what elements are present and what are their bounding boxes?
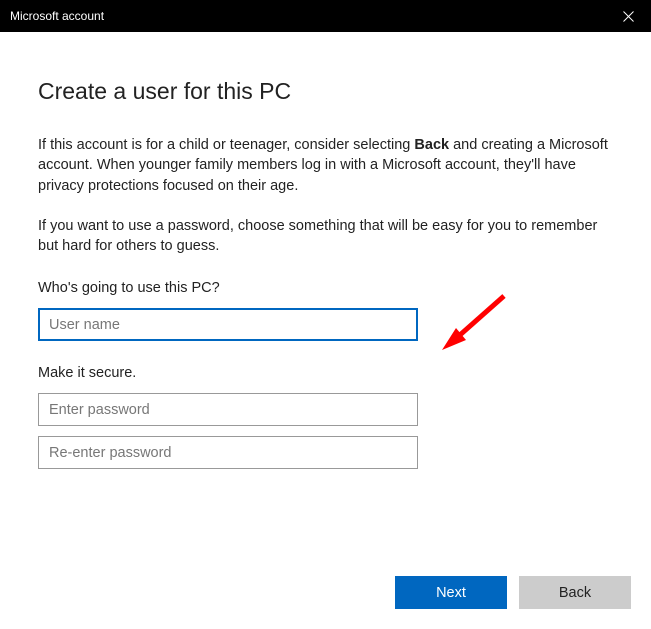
secure-label: Make it secure. [38, 365, 613, 381]
confirm-password-input[interactable] [38, 436, 418, 469]
back-button[interactable]: Back [519, 576, 631, 609]
dialog-content: Create a user for this PC If this accoun… [0, 32, 651, 629]
password-input[interactable] [38, 393, 418, 426]
password-hint-text: If you want to use a password, choose so… [38, 216, 613, 257]
username-label: Who's going to use this PC? [38, 280, 613, 296]
footer-buttons: Next Back [395, 576, 631, 609]
close-button[interactable] [605, 0, 651, 32]
annotation-arrow-icon [428, 290, 518, 360]
page-title: Create a user for this PC [38, 78, 613, 105]
username-input[interactable] [38, 308, 418, 341]
next-button[interactable]: Next [395, 576, 507, 609]
window-title: Microsoft account [10, 9, 104, 23]
intro-text: If this account is for a child or teenag… [38, 135, 613, 196]
close-icon [623, 11, 634, 22]
titlebar: Microsoft account [0, 0, 651, 32]
